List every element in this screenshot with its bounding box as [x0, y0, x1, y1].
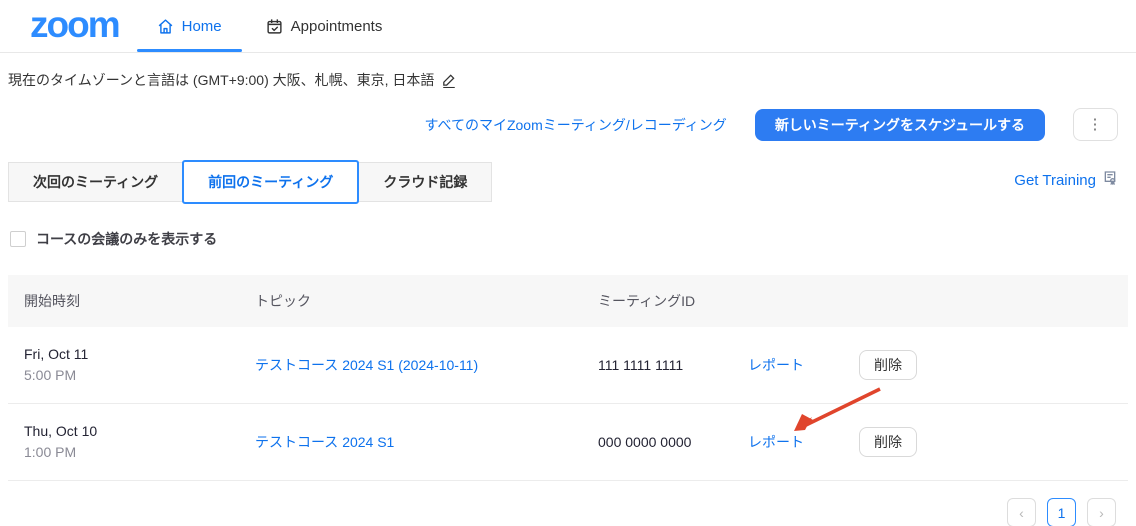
pagination-prev-button[interactable]: ‹: [1007, 498, 1036, 526]
schedule-meeting-button[interactable]: 新しいミーティングをスケジュールする: [755, 109, 1045, 141]
meeting-id: 000 0000 0000: [598, 434, 748, 450]
meeting-topic-link[interactable]: テストコース 2024 S1 (2024-10-11): [255, 355, 598, 375]
meeting-tabs: 次回のミーティング 前回のミーティング クラウド記録 Get Training: [8, 160, 1128, 204]
pagination-next-button[interactable]: ›: [1087, 498, 1116, 526]
delete-button[interactable]: 削除: [859, 350, 917, 380]
top-nav: Home Appointments: [157, 0, 383, 52]
nav-label-appointments: Appointments: [291, 18, 383, 35]
table-row: Thu, Oct 10 1:00 PM テストコース 2024 S1 000 0…: [8, 404, 1128, 481]
meeting-date: Thu, Oct 10: [24, 421, 255, 442]
actions-row: すべてのマイZoomミーティング/レコーディング 新しいミーティングをスケジュー…: [0, 108, 1118, 141]
table-header-row: 開始時刻 トピック ミーティングID: [8, 275, 1128, 327]
column-header-topic: トピック: [255, 291, 598, 311]
column-header-start-time: 開始時刻: [24, 291, 255, 311]
nav-item-home[interactable]: Home: [157, 0, 222, 52]
report-link[interactable]: レポート: [748, 432, 859, 452]
nav-label-home: Home: [182, 18, 222, 35]
tab-upcoming-meetings[interactable]: 次回のミーティング: [8, 162, 183, 202]
nav-item-appointments[interactable]: Appointments: [266, 0, 383, 52]
all-zoom-meetings-link[interactable]: すべてのマイZoomミーティング/レコーディング: [424, 115, 726, 135]
meeting-id: 111 1111 1111: [598, 357, 748, 373]
meeting-time: 5:00 PM: [24, 365, 255, 386]
delete-button[interactable]: 削除: [859, 427, 917, 457]
report-link[interactable]: レポート: [748, 355, 859, 375]
tab-cloud-recordings[interactable]: クラウド記録: [358, 162, 492, 202]
course-only-label: コースの会議のみを表示する: [36, 229, 217, 249]
get-training-label: Get Training: [1014, 172, 1096, 189]
vertical-ellipsis-icon[interactable]: ⋮: [1073, 108, 1118, 141]
timezone-text: 現在のタイムゾーンと言語は (GMT+9:00) 大阪、札幌、東京, 日本語: [8, 70, 434, 90]
course-only-checkbox[interactable]: [10, 231, 26, 247]
timezone-row: 現在のタイムゾーンと言語は (GMT+9:00) 大阪、札幌、東京, 日本語: [8, 70, 1136, 90]
meeting-topic-link[interactable]: テストコース 2024 S1: [255, 432, 598, 452]
home-icon: [157, 18, 174, 35]
pagination-page-1[interactable]: 1: [1047, 498, 1076, 526]
previous-meetings-table: 開始時刻 トピック ミーティングID Fri, Oct 11 5:00 PM テ…: [8, 275, 1128, 481]
column-header-meeting-id: ミーティングID: [598, 291, 748, 311]
meeting-time: 1:00 PM: [24, 442, 255, 463]
course-filter-row: コースの会議のみを表示する: [10, 229, 1136, 249]
tab-previous-meetings[interactable]: 前回のミーティング: [182, 160, 359, 204]
meeting-date: Fri, Oct 11: [24, 344, 255, 365]
calendar-check-icon: [266, 18, 283, 35]
top-navigation-bar: zoom Home Appointments: [0, 0, 1136, 53]
start-time-cell: Thu, Oct 10 1:00 PM: [24, 421, 255, 463]
zoom-logo: zoom: [30, 6, 119, 47]
start-time-cell: Fri, Oct 11 5:00 PM: [24, 344, 255, 386]
get-training-link[interactable]: Get Training: [1014, 170, 1118, 190]
pagination: ‹ 1 ›: [0, 498, 1116, 526]
training-doc-icon: [1102, 170, 1118, 190]
zoom-lti-page: zoom Home Appointments 現在の: [0, 0, 1136, 526]
table-row: Fri, Oct 11 5:00 PM テストコース 2024 S1 (2024…: [8, 327, 1128, 404]
pencil-edit-icon[interactable]: [442, 73, 456, 88]
